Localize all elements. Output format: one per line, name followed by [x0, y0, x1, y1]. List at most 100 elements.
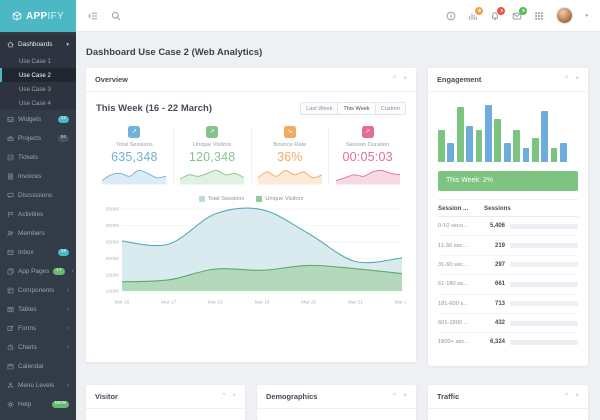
svg-text:20000: 20000 [106, 256, 120, 262]
engagement-panel: Engagement ^ × This Week: 2% Session ...… [428, 68, 588, 366]
brand-logo[interactable]: APPIFY [0, 0, 76, 32]
sidebar-item-dashboards[interactable]: Dashboards▾ [0, 35, 76, 54]
sidebar-item-help[interactable]: HelpNEW [0, 395, 76, 414]
sitemap-icon [7, 382, 14, 389]
legend-item-unique-visitors[interactable]: Unique Visitors [256, 196, 303, 202]
collapse-icon[interactable]: ^ [565, 76, 568, 83]
chevron-left-icon: ‹ [67, 325, 69, 332]
sidebar-item-invoices[interactable]: Invoices [0, 167, 76, 186]
table-row: 601-1800 ...432 [438, 314, 578, 333]
search-icon[interactable] [111, 11, 121, 21]
sidebar-item-label: Use Case 1 [19, 58, 51, 65]
check-icon [7, 154, 14, 161]
engagement-bar-chart [438, 102, 578, 162]
sidebar-item-menu-levels[interactable]: Menu Levels ‹ [0, 376, 76, 395]
box-icon [7, 287, 14, 294]
sidebar-item-use-case-4[interactable]: Use Case 4 [0, 96, 76, 110]
apps-grid-icon[interactable] [534, 11, 544, 21]
stat-label: Unique Visitors [178, 142, 247, 148]
page-title: Dashboard Use Case 2 (Web Analytics) [86, 47, 262, 58]
collapse-menu-icon[interactable] [88, 11, 98, 21]
range-button-this-week[interactable]: This Week [337, 102, 375, 115]
engagement-bar [457, 107, 464, 162]
chevron-left-icon: ‹ [67, 382, 69, 389]
legend-label: Unique Visitors [265, 196, 303, 202]
legend-label: Total Sessions [208, 196, 245, 202]
info-icon[interactable] [446, 11, 456, 21]
collapse-icon[interactable]: ^ [222, 393, 225, 400]
home-icon [7, 41, 14, 48]
close-icon[interactable]: × [575, 393, 579, 400]
sidebar-item-projects[interactable]: Projects56 [0, 129, 76, 148]
demographics-panel-header: Demographics ^ × [257, 385, 416, 409]
sidebar-item-label: Activities [18, 211, 43, 218]
stat-sparkline [102, 167, 166, 185]
chevron-left-icon: ‹ [67, 306, 69, 313]
collapse-icon[interactable]: ^ [565, 393, 568, 400]
sidebar-item-members[interactable]: Members [0, 224, 76, 243]
stats-icon[interactable]: 8 [468, 11, 478, 21]
table-row: 181-600 s...713 [438, 295, 578, 314]
collapse-icon[interactable]: ^ [393, 393, 396, 400]
legend-item-total-sessions[interactable]: Total Sessions [199, 196, 245, 202]
sidebar-item-label: Use Case 3 [19, 86, 51, 93]
engagement-bar [532, 138, 539, 162]
engagement-bar [560, 143, 567, 162]
sidebar-item-tickets[interactable]: Tickets [0, 148, 76, 167]
notification-badge: 8 [475, 7, 483, 15]
overview-title: Overview [95, 75, 128, 84]
notifications-icon[interactable]: 3 [490, 11, 500, 21]
close-icon[interactable]: × [403, 76, 407, 83]
sidebar-item-use-case-3[interactable]: Use Case 3 [0, 82, 76, 96]
row-value: 713 [484, 301, 510, 307]
sidebar-item-label: Menu Levels [18, 382, 54, 389]
sidebar-item-widgets[interactable]: Widgets12 [0, 110, 76, 129]
sidebar-item-use-case-1[interactable]: Use Case 1 [0, 54, 76, 68]
collapse-icon[interactable]: ^ [393, 76, 396, 83]
user-menu-caret-icon[interactable]: ▾ [585, 13, 588, 19]
sidebar-item-activities[interactable]: Activities [0, 205, 76, 224]
sidebar-item-forms[interactable]: Forms ‹ [0, 319, 76, 338]
calendar-icon [7, 363, 14, 370]
stat-sparkline [336, 167, 400, 185]
svg-text:30000: 30000 [106, 223, 120, 229]
sidebar-item-tables[interactable]: Tables‹ [0, 300, 76, 319]
close-icon[interactable]: × [403, 393, 407, 400]
user-avatar[interactable] [556, 7, 573, 24]
trend-down-icon: ↘ [284, 126, 296, 138]
range-button-last-week[interactable]: Last Week [300, 102, 338, 115]
main-content: Dashboard Use Case 2 (Web Analytics) Ove… [76, 32, 600, 420]
legend-swatch [256, 196, 262, 202]
sidebar-item-label: Forms [18, 325, 36, 332]
stat-unique-visitors: ↗Unique Visitors120,348 [174, 126, 252, 185]
sidebar-badge: NEW [52, 401, 69, 409]
progress-track [510, 301, 578, 306]
chevron-down-icon: ▾ [66, 42, 69, 48]
range-button-custom[interactable]: Custom [375, 102, 406, 115]
sidebar-badge: 18 [58, 249, 69, 257]
sidebar-item-inbox[interactable]: Inbox18 [0, 243, 76, 262]
close-icon[interactable]: × [575, 76, 579, 83]
sidebar-item-components[interactable]: Components‹ [0, 281, 76, 300]
mail-icon [7, 249, 14, 256]
legend-swatch [199, 196, 205, 202]
sidebar-item-charts[interactable]: Charts‹ [0, 338, 76, 357]
svg-text:Mar 17: Mar 17 [161, 300, 176, 306]
sidebar-nav: Dashboards▾ Use Case 1 Use Case 2 Use Case … [0, 32, 76, 414]
engagement-bar [438, 130, 445, 162]
sidebar-item-label: Projects [18, 135, 41, 142]
close-icon[interactable]: × [232, 393, 236, 400]
messages-icon[interactable]: 5 [512, 11, 522, 21]
sidebar-item-app-pages[interactable]: App Pages17‹ [0, 262, 76, 281]
sidebar-item-use-case-2[interactable]: Use Case 2 [0, 68, 76, 82]
period-heading: This Week (16 - 22 March) [96, 103, 212, 114]
sidebar-item-discussions[interactable]: Discussions [0, 186, 76, 205]
engagement-bar [523, 148, 530, 163]
notification-badge: 3 [497, 7, 505, 15]
row-label: 1800+ sec... [438, 339, 484, 345]
sidebar-item-label: Components [18, 287, 54, 294]
stat-label: Total Sessions [100, 142, 169, 148]
column-header-session: Session ... [438, 205, 484, 212]
sidebar-item-calendar[interactable]: Calendar [0, 357, 76, 376]
topbar: 835 ▾ [76, 0, 600, 32]
